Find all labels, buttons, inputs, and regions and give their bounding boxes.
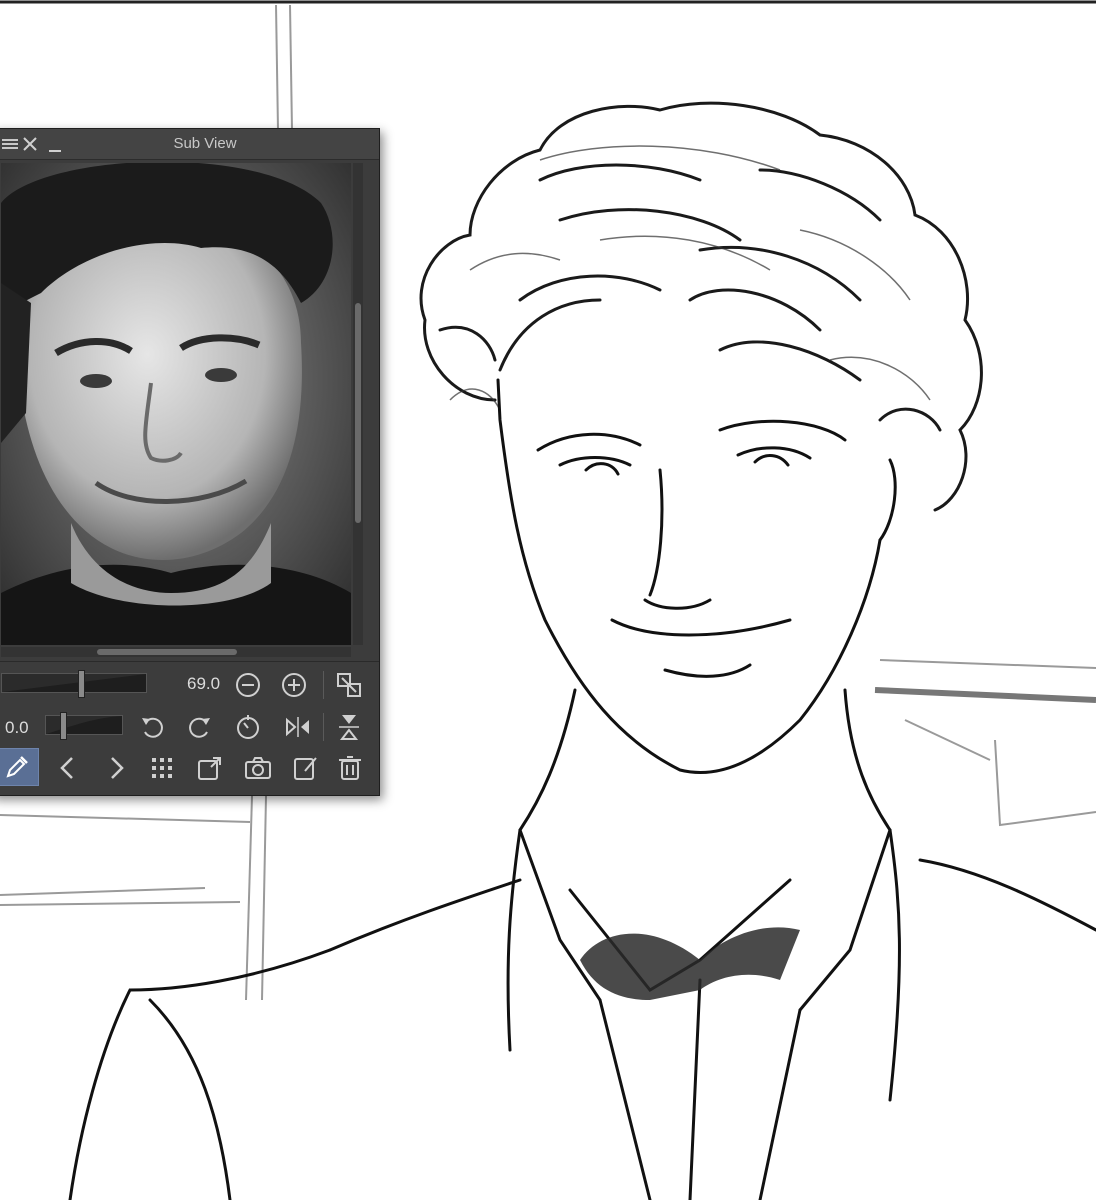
reference-photo[interactable]: [1, 163, 351, 645]
trash-icon[interactable]: [335, 753, 365, 783]
import-image-icon[interactable]: [195, 753, 225, 783]
zoom-value: 69.0: [187, 674, 221, 693]
image-list-icon[interactable]: [147, 753, 177, 783]
sub-view-title: Sub View: [173, 135, 237, 152]
rotation-slider-handle[interactable]: [60, 712, 67, 740]
photo-horizontal-scrollbar[interactable]: [1, 647, 351, 657]
fit-to-window-icon[interactable]: [334, 670, 364, 700]
rotate-right-icon[interactable]: [185, 712, 215, 742]
flip-horizontal-icon[interactable]: [283, 712, 313, 742]
eyedropper-icon: [6, 756, 28, 778]
rotation-slider[interactable]: [45, 712, 123, 740]
zoom-out-icon[interactable]: [233, 670, 263, 700]
rotation-value: 0.0: [5, 718, 29, 737]
zoom-slider[interactable]: [1, 670, 147, 698]
zoom-slider-handle[interactable]: [78, 670, 85, 698]
zoom-row: 69.0: [0, 665, 379, 705]
tools-row: [0, 745, 379, 789]
camera-icon[interactable]: [243, 753, 273, 783]
eyedropper-button[interactable]: [0, 748, 39, 786]
previous-image-icon[interactable]: [53, 753, 83, 783]
next-image-icon[interactable]: [101, 753, 131, 783]
photo-vertical-scrollbar[interactable]: [353, 163, 363, 645]
rotate-left-icon[interactable]: [137, 712, 167, 742]
flip-vertical-icon[interactable]: [334, 712, 364, 742]
edit-icon[interactable]: [291, 753, 321, 783]
zoom-in-icon[interactable]: [279, 670, 309, 700]
rotation-row: 0.0: [0, 707, 379, 747]
sub-view-titlebar[interactable]: Sub View: [0, 129, 379, 160]
sub-view-panel: Sub View 69.0 0.0: [0, 128, 380, 796]
reset-rotation-icon[interactable]: [233, 712, 263, 742]
